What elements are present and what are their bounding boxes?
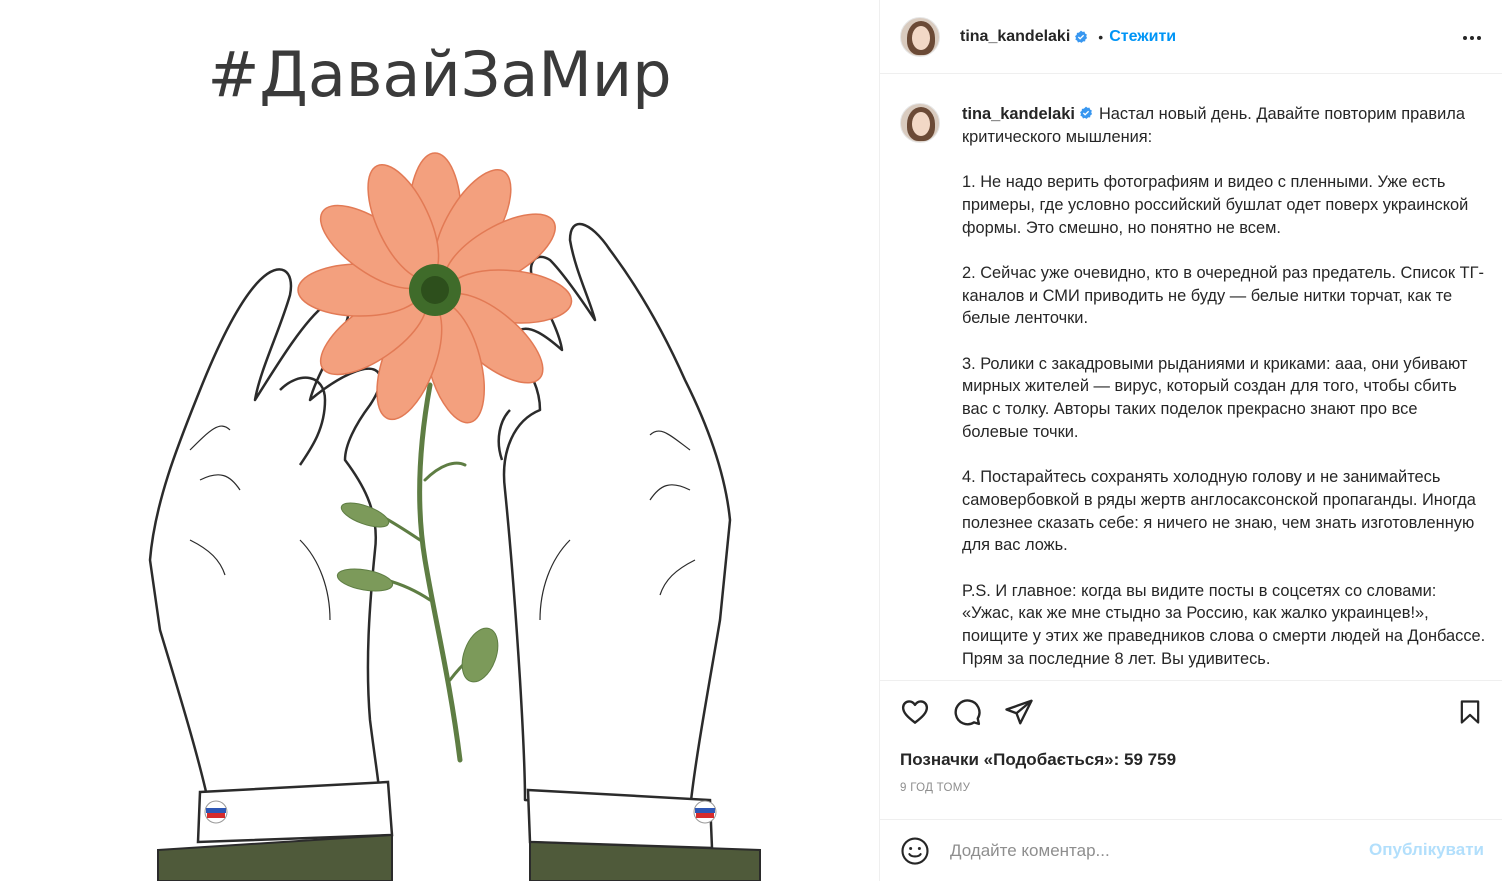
post-image[interactable]: #ДавайЗаМир: [0, 0, 879, 881]
caption-paragraph: tina_kandelaki Настал новый день. Давайте…: [962, 103, 1486, 148]
post-header: tina_kandelaki • Стежити: [880, 0, 1502, 74]
instagram-post: #ДавайЗаМир tina_kandelaki • Стежити tin…: [0, 0, 1502, 881]
caption-text: tina_kandelaki Настал новый день. Давайте…: [962, 103, 1486, 679]
publish-button[interactable]: Опублікувати: [1369, 840, 1484, 860]
hands-with-flower-illustration: [148, 152, 761, 881]
comment-icon[interactable]: [952, 697, 982, 727]
emoji-icon[interactable]: [900, 836, 930, 866]
header-separator: •: [1098, 28, 1104, 45]
comment-input[interactable]: [950, 840, 1350, 861]
left-sleeve: [157, 780, 394, 881]
caption-verified-badge-icon: [1080, 106, 1093, 119]
author-avatar[interactable]: [900, 16, 940, 57]
caption-paragraph: 3. Ролики с закадровыми рыданиями и крик…: [962, 354, 1468, 441]
left-flag-badge-icon: [204, 800, 228, 824]
caption-paragraph: 4. Постарайтесь сохранять холодную голов…: [962, 468, 1476, 555]
author-username[interactable]: tina_kandelaki: [960, 28, 1070, 46]
heart-icon[interactable]: [900, 697, 930, 727]
share-icon[interactable]: [1004, 697, 1034, 727]
likes-count[interactable]: Позначки «Подобається»: 59 759: [900, 750, 1176, 770]
caption-username[interactable]: tina_kandelaki: [962, 105, 1075, 123]
caption-paragraph: P.S. И главное: когда вы видите посты в …: [962, 581, 1486, 668]
post-actions: Позначки «Подобається»: 59 759 9 ГОД ТОМ…: [880, 680, 1502, 820]
right-flag-badge-icon: [693, 800, 717, 824]
caption-paragraph: 2. Сейчас уже очевидно, кто в очередной …: [962, 263, 1484, 328]
image-hashtag-text: #ДавайЗаМир: [207, 38, 672, 111]
right-sleeve: [526, 788, 761, 881]
more-options-icon[interactable]: [1460, 26, 1484, 50]
caption-author-avatar[interactable]: [900, 103, 940, 143]
caption-paragraph: 1. Не надо верить фотографиям и видео с …: [962, 173, 1469, 237]
post-side-panel: tina_kandelaki • Стежити tina_kandelaki Н…: [879, 0, 1502, 881]
comment-box: Опублікувати: [880, 819, 1502, 881]
action-icons: [900, 697, 1034, 727]
caption-area: tina_kandelaki Настал новый день. Давайте…: [880, 75, 1502, 679]
post-timestamp[interactable]: 9 ГОД ТОМУ: [900, 782, 970, 794]
follow-button[interactable]: Стежити: [1109, 28, 1176, 46]
bookmark-icon[interactable]: [1456, 697, 1484, 727]
verified-badge-icon: [1075, 30, 1088, 43]
